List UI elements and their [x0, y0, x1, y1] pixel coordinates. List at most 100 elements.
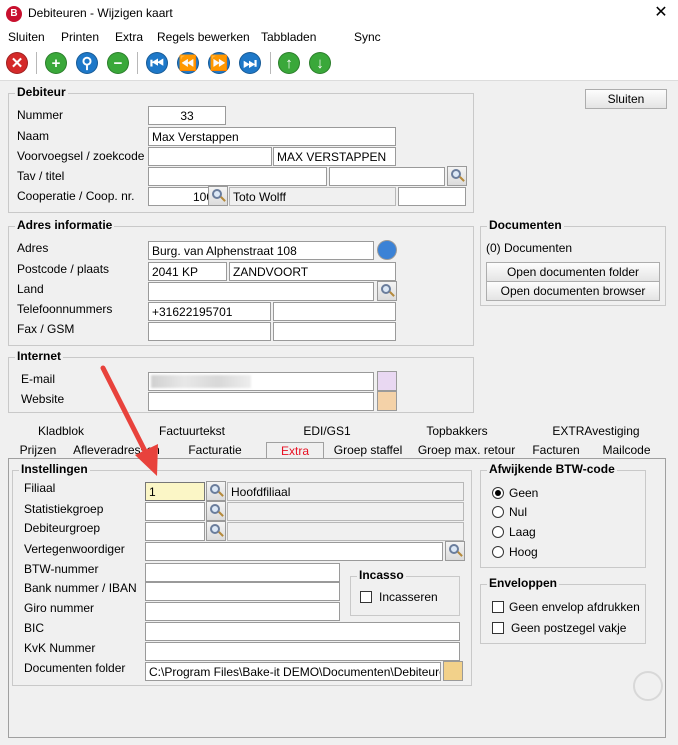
documenten-title: Documenten: [487, 218, 564, 232]
zoekcode-field[interactable]: MAX VERSTAPPEN: [273, 147, 396, 166]
debiteur-title: Debiteur: [15, 85, 68, 99]
incasso-title: Incasso: [357, 568, 406, 582]
adres-group: Adres informatie Adres Burg. van Alphens…: [8, 218, 474, 346]
search-icon[interactable]: ⚲: [76, 52, 98, 74]
btw-geen-label[interactable]: Geen: [509, 486, 538, 500]
documenten-group: Documenten (0) Documenten Open documente…: [480, 218, 666, 306]
telefoon2-field[interactable]: [273, 302, 396, 321]
menu-extra[interactable]: Extra: [115, 30, 143, 44]
menu-bar: Sluiten Printen Extra Regels bewerken Ta…: [0, 28, 678, 46]
sluiten-button[interactable]: Sluiten: [585, 89, 667, 109]
menu-printen[interactable]: Printen: [61, 30, 99, 44]
btw-geen-radio[interactable]: [492, 487, 504, 499]
btw-nul-radio[interactable]: [492, 506, 504, 518]
coop-extra-field[interactable]: [398, 187, 466, 206]
btw-hoog-label[interactable]: Hoog: [509, 545, 538, 559]
menu-tabbladen[interactable]: Tabbladen: [261, 30, 316, 44]
btw-nul-label[interactable]: Nul: [509, 505, 527, 519]
tav-field[interactable]: [148, 167, 327, 186]
menu-regels-bewerken[interactable]: Regels bewerken: [157, 30, 250, 44]
btw-hoog-radio[interactable]: [492, 546, 504, 558]
enveloppen-group: Enveloppen Geen envelop afdrukken Geen p…: [480, 576, 646, 644]
previous-record-icon[interactable]: ⏪: [177, 52, 199, 74]
statistiekgroep-lookup-button[interactable]: [206, 501, 226, 521]
adres-field[interactable]: Burg. van Alphenstraat 108: [148, 241, 374, 260]
vertegenwoordiger-field[interactable]: [145, 542, 443, 561]
debiteurgroep-lookup-button[interactable]: [206, 521, 226, 541]
toolbar-separator: [36, 52, 37, 74]
menu-sluiten[interactable]: Sluiten: [8, 30, 45, 44]
btw-label: BTW-nummer: [24, 562, 99, 576]
bic-label: BIC: [24, 621, 45, 635]
tab-edi-gs1[interactable]: EDI/GS1: [266, 423, 388, 441]
tav-label: Tav / titel: [17, 169, 65, 183]
nummer-label: Nummer: [17, 108, 64, 122]
voorvoegsel-field[interactable]: [148, 147, 272, 166]
last-record-icon[interactable]: ⏭: [239, 52, 261, 74]
bank-field[interactable]: [145, 582, 340, 601]
btw-laag-radio[interactable]: [492, 526, 504, 538]
tab-kladblok[interactable]: Kladblok: [26, 423, 96, 441]
adres-label: Adres: [17, 241, 49, 255]
incasseren-checkbox[interactable]: [360, 591, 372, 603]
plaats-field[interactable]: ZANDVOORT: [229, 262, 396, 281]
filiaal-label: Filiaal: [24, 481, 56, 495]
open-documenten-folder-button[interactable]: Open documenten folder: [486, 262, 660, 282]
first-record-icon[interactable]: ⏮: [146, 52, 168, 74]
next-record-icon[interactable]: ⏩: [208, 52, 230, 74]
gsm-field[interactable]: [273, 322, 396, 341]
email-field[interactable]: [148, 372, 374, 391]
form-client-area: Debiteur Nummer 33 Naam Max Verstappen V…: [0, 80, 678, 745]
giro-label: Giro nummer: [24, 601, 95, 615]
app-logo-icon: B: [6, 6, 22, 22]
filiaal-lookup-button[interactable]: [206, 481, 226, 501]
bic-field[interactable]: [145, 622, 460, 641]
coop-lookup-button[interactable]: [208, 186, 228, 206]
green-minus-icon[interactable]: −: [107, 52, 129, 74]
statistiekgroep-field[interactable]: [145, 502, 205, 521]
arrow-up-icon[interactable]: ↑: [278, 52, 300, 74]
website-open-icon[interactable]: [377, 391, 397, 411]
vertegenwoordiger-lookup-button[interactable]: [445, 541, 465, 561]
email-send-icon[interactable]: [377, 371, 397, 391]
arrow-down-icon[interactable]: ↓: [309, 52, 331, 74]
telefoon1-field[interactable]: +31622195701: [148, 302, 271, 321]
incasso-group: Incasso Incasseren: [350, 568, 460, 616]
fax-field[interactable]: [148, 322, 271, 341]
titel-field[interactable]: [329, 167, 445, 186]
open-documenten-browser-button[interactable]: Open documenten browser: [486, 281, 660, 301]
btw-laag-label[interactable]: Laag: [509, 525, 536, 539]
geen-envelop-checkbox[interactable]: [492, 601, 504, 613]
debiteurgroep-naam-field: [227, 522, 464, 541]
giro-field[interactable]: [145, 602, 340, 621]
documenten-count[interactable]: (0) Documenten: [486, 241, 572, 255]
refresh-overlay-icon: [633, 671, 663, 701]
vertegenwoordiger-label: Vertegenwoordiger: [24, 542, 125, 556]
incasseren-label[interactable]: Incasseren: [379, 590, 438, 604]
fax-label: Fax / GSM: [17, 322, 75, 336]
green-plus-icon[interactable]: +: [45, 52, 67, 74]
folder-browse-icon[interactable]: [443, 661, 463, 681]
docfolder-field[interactable]: C:\Program Files\Bake-it DEMO\Documenten…: [145, 662, 441, 681]
land-lookup-button[interactable]: [377, 281, 397, 301]
tab-factuurtekst[interactable]: Factuurtekst: [139, 423, 245, 441]
titel-lookup-button[interactable]: [447, 166, 467, 186]
filiaal-field[interactable]: 1: [145, 482, 205, 501]
website-field[interactable]: [148, 392, 374, 411]
tab-topbakkers[interactable]: Topbakkers: [395, 423, 519, 441]
geen-postzegel-checkbox[interactable]: [492, 622, 504, 634]
window-close-icon[interactable]: ✕: [648, 2, 674, 24]
land-field[interactable]: [148, 282, 374, 301]
kvk-field[interactable]: [145, 642, 460, 661]
geen-envelop-label[interactable]: Geen envelop afdrukken: [509, 600, 640, 614]
naam-field[interactable]: Max Verstappen: [148, 127, 396, 146]
globe-icon[interactable]: [377, 240, 397, 260]
geen-postzegel-label[interactable]: Geen postzegel vakje: [511, 621, 626, 635]
nummer-field[interactable]: 33: [148, 106, 226, 125]
debiteurgroep-field[interactable]: [145, 522, 205, 541]
red-x-icon[interactable]: ✕: [6, 52, 28, 74]
menu-sync[interactable]: Sync: [354, 30, 381, 44]
tab-extravestiging[interactable]: EXTRAvestiging: [526, 423, 666, 441]
postcode-field[interactable]: 2041 KP: [148, 262, 227, 281]
btw-field[interactable]: [145, 563, 340, 582]
